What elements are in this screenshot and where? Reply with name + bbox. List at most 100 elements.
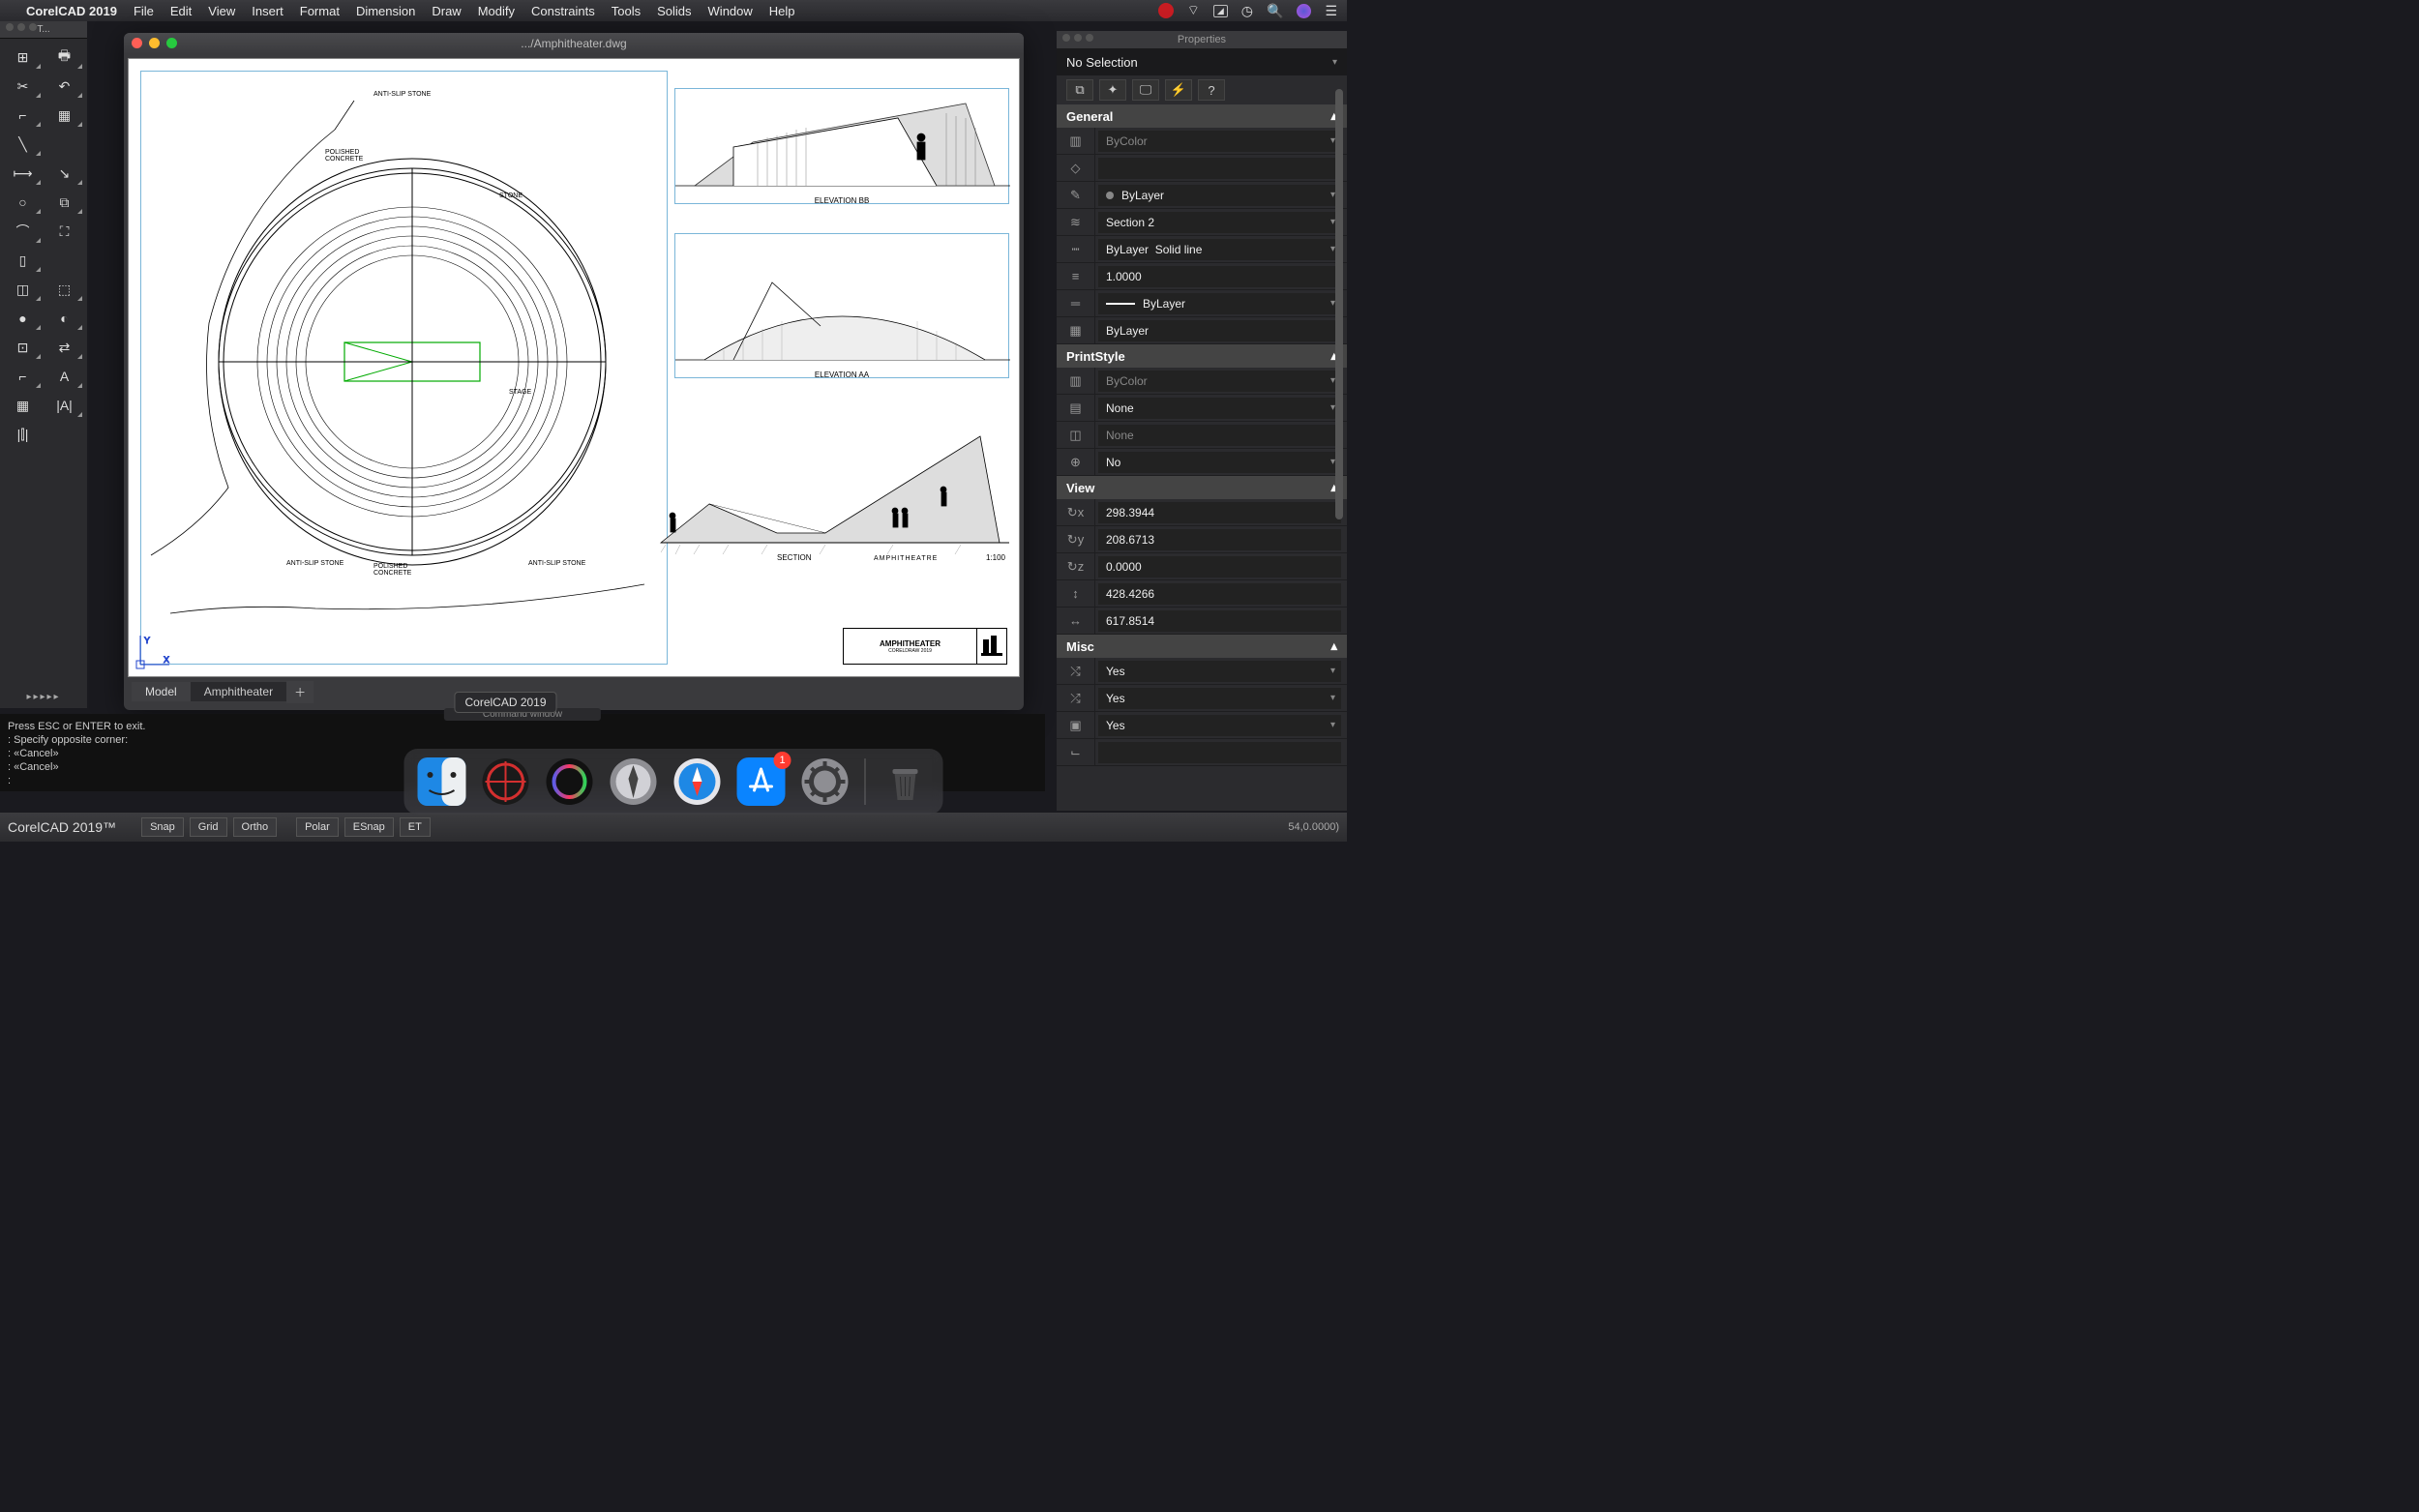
- dock-trash[interactable]: [878, 754, 934, 810]
- dock-settings[interactable]: [797, 754, 853, 810]
- section-view[interactable]: View▴: [1057, 476, 1347, 499]
- prop-ps-plot[interactable]: No: [1098, 452, 1341, 473]
- dock-corelcad[interactable]: CorelCAD 2019: [478, 754, 534, 810]
- section-printstyle[interactable]: PrintStyle▴: [1057, 344, 1347, 368]
- extrude-tool[interactable]: ⬚: [45, 277, 83, 302]
- tab-add[interactable]: ＋: [286, 681, 314, 703]
- prop-center-z[interactable]: 0.0000: [1098, 556, 1341, 578]
- viewport-plan[interactable]: ANTI-SLIP STONE POLISHED CONCRETE STONE …: [140, 71, 668, 665]
- line-tool[interactable]: ╲: [4, 132, 42, 157]
- prop-color[interactable]: ByColor: [1098, 131, 1341, 152]
- menu-format[interactable]: Format: [300, 4, 340, 18]
- cut-tool[interactable]: ✂: [4, 74, 42, 99]
- prop-linecolor[interactable]: ByLayer: [1098, 185, 1341, 206]
- prop-misc-4[interactable]: [1098, 742, 1341, 763]
- menu-dimension[interactable]: Dimension: [356, 4, 415, 18]
- dock-safari[interactable]: [670, 754, 726, 810]
- dock-finder[interactable]: [414, 754, 470, 810]
- mirror-tool[interactable]: ⇄: [45, 335, 83, 360]
- menu-constraints[interactable]: Constraints: [531, 4, 595, 18]
- viewport-section[interactable]: SECTION AMPHITHEATRE 1:100: [651, 427, 1009, 562]
- text-tool[interactable]: A: [45, 364, 83, 389]
- toggle-et[interactable]: ET: [400, 817, 431, 837]
- document-titlebar[interactable]: .../Amphitheater.dwg: [124, 33, 1024, 54]
- menu-modify[interactable]: Modify: [478, 4, 515, 18]
- menu-window[interactable]: Window: [708, 4, 753, 18]
- explode-tool[interactable]: ⛶: [45, 219, 83, 244]
- window-minimize[interactable]: [149, 38, 160, 48]
- prop-lineweight[interactable]: ByLayer: [1098, 293, 1341, 314]
- battery-icon[interactable]: ◢: [1213, 5, 1228, 17]
- props-screen-icon[interactable]: 🖵: [1132, 79, 1159, 101]
- prop-layer[interactable]: Section 2: [1098, 212, 1341, 233]
- toggle-esnap[interactable]: ESnap: [344, 817, 394, 837]
- arc-tool[interactable]: ⌒: [4, 219, 42, 244]
- print-tool[interactable]: 🖶: [45, 44, 83, 70]
- prop-ltscale[interactable]: 1.0000: [1098, 266, 1341, 287]
- fillet-tool[interactable]: ⌐: [4, 364, 42, 389]
- props-flash-icon[interactable]: ⚡: [1165, 79, 1192, 101]
- window-close[interactable]: [132, 38, 142, 48]
- box-tool[interactable]: ◫: [4, 277, 42, 302]
- props-help-icon[interactable]: ?: [1198, 79, 1225, 101]
- circle-tool[interactable]: ○: [4, 190, 42, 215]
- menu-edit[interactable]: Edit: [170, 4, 192, 18]
- align-tool[interactable]: |⫿|: [4, 422, 42, 447]
- menu-help[interactable]: Help: [769, 4, 795, 18]
- toggle-snap[interactable]: Snap: [141, 817, 184, 837]
- toggle-ortho[interactable]: Ortho: [233, 817, 278, 837]
- prop-linetype[interactable]: ByLayer Solid line: [1098, 239, 1341, 260]
- app-name-menu[interactable]: CorelCAD 2019: [26, 4, 117, 18]
- menu-file[interactable]: File: [134, 4, 154, 18]
- group-tool[interactable]: ⧉: [45, 190, 83, 215]
- notification-center-icon[interactable]: ☰: [1325, 3, 1337, 19]
- mtext-tool[interactable]: |A|: [45, 393, 83, 418]
- trend-micro-icon[interactable]: [1158, 3, 1174, 18]
- dimension-tool[interactable]: ⟼: [4, 161, 42, 186]
- prop-center-y[interactable]: 208.6713: [1098, 529, 1341, 550]
- tab-amphitheater[interactable]: Amphitheater: [191, 682, 286, 701]
- drawing-canvas[interactable]: ANTI-SLIP STONE POLISHED CONCRETE STONE …: [128, 58, 1020, 677]
- polyline-tool[interactable]: ⌐: [4, 103, 42, 128]
- sphere-tool[interactable]: ●: [4, 306, 42, 331]
- prop-eraser[interactable]: [1098, 158, 1341, 179]
- viewport-elevation-aa[interactable]: ELEVATION AA: [674, 233, 1009, 378]
- prop-misc-3[interactable]: Yes: [1098, 715, 1341, 736]
- offset-tool[interactable]: ⊡: [4, 335, 42, 360]
- dock-launchpad[interactable]: [606, 754, 662, 810]
- menu-insert[interactable]: Insert: [252, 4, 284, 18]
- properties-scrollbar[interactable]: [1335, 89, 1345, 807]
- table-tool[interactable]: ▦: [4, 393, 42, 418]
- prop-misc-1[interactable]: Yes: [1098, 661, 1341, 682]
- prop-transparency[interactable]: ByLayer: [1098, 320, 1341, 341]
- prop-height[interactable]: 428.4266: [1098, 583, 1341, 605]
- spotlight-icon[interactable]: 🔍: [1267, 3, 1283, 19]
- hatch-tool[interactable]: ▦: [45, 103, 83, 128]
- dock-siri[interactable]: [542, 754, 598, 810]
- menu-view[interactable]: View: [208, 4, 235, 18]
- prop-ps-color[interactable]: ByColor: [1098, 371, 1341, 392]
- toggle-polar[interactable]: Polar: [296, 817, 339, 837]
- toggle-grid[interactable]: Grid: [190, 817, 227, 837]
- prop-ps-table[interactable]: None: [1098, 398, 1341, 419]
- clock-icon[interactable]: ◷: [1241, 3, 1253, 19]
- viewport-elevation-bb[interactable]: ELEVATION BB: [674, 88, 1009, 204]
- new-tool[interactable]: ⊞: [4, 44, 42, 70]
- revolve-tool[interactable]: ◐: [45, 306, 83, 331]
- props-quick-icon[interactable]: ✦: [1099, 79, 1126, 101]
- siri-icon[interactable]: [1297, 4, 1311, 18]
- prop-width[interactable]: 617.8514: [1098, 610, 1341, 632]
- window-zoom[interactable]: [166, 38, 177, 48]
- props-pick-icon[interactable]: ⧉: [1066, 79, 1093, 101]
- leader-tool[interactable]: ↘: [45, 161, 83, 186]
- tab-model[interactable]: Model: [132, 682, 191, 701]
- menu-draw[interactable]: Draw: [432, 4, 461, 18]
- section-misc[interactable]: Misc▴: [1057, 635, 1347, 658]
- prop-misc-2[interactable]: Yes: [1098, 688, 1341, 709]
- selection-dropdown[interactable]: No Selection▾: [1057, 48, 1347, 75]
- undo-tool[interactable]: ↶: [45, 74, 83, 99]
- wifi-icon[interactable]: ⌔: [1187, 2, 1200, 19]
- menu-solids[interactable]: Solids: [657, 4, 691, 18]
- palette-expand[interactable]: ▸▸▸▸▸: [0, 692, 87, 702]
- menu-tools[interactable]: Tools: [612, 4, 641, 18]
